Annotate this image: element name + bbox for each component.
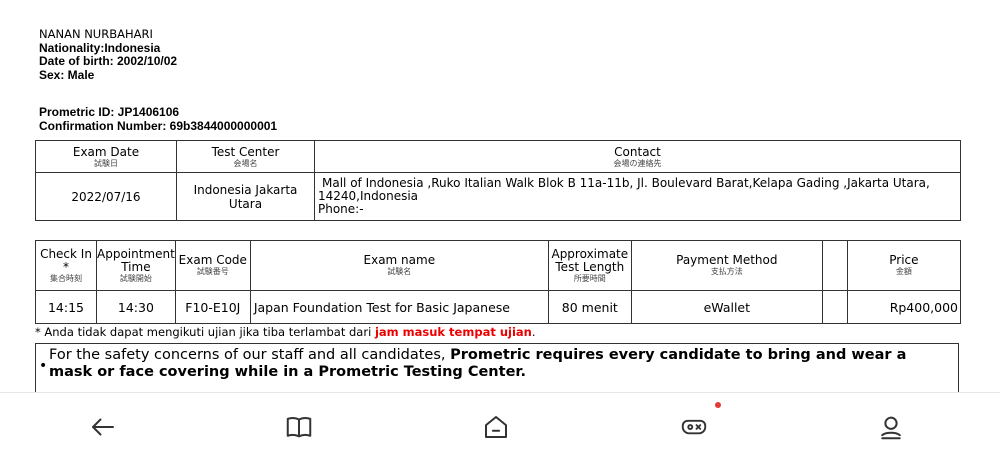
header-exam-date: Exam Date 試験日 (35, 140, 177, 173)
bullet-icon: • (39, 358, 48, 374)
safety-text: For the safety concerns of our staff and… (49, 347, 451, 363)
profile-icon (881, 416, 901, 440)
header-payment-method: Payment Method 支払方法 (630, 240, 823, 291)
header-contact: Contact 会場の連絡先 (314, 140, 961, 173)
gamepad-icon (681, 419, 707, 435)
exam-location-table: Exam Date 試験日 Test Center 会場名 Contact 会場の連絡… (35, 140, 961, 221)
safety-notice: • For the safety concerns of our staff a… (35, 343, 959, 392)
header-exam-code: Exam Code 試験番号 (174, 240, 251, 291)
book-icon (286, 417, 312, 438)
header-appointment-time: Appointment Time 試験開始 (96, 240, 176, 291)
header-test-center: Test Center 会場名 (176, 140, 315, 173)
contact-cell: Mall of Indonesia ,Ruko Italian Walk Blo… (314, 172, 961, 221)
bottom-navigation-bar (0, 392, 1000, 457)
header-exam-name: Exam name 試験名 (249, 240, 549, 291)
exam-details-table: Check In * 集合時刻 Appointment Time 試験開始 Exam… (35, 240, 962, 324)
check-in-time: 14:15 (35, 290, 97, 324)
reading-button[interactable] (281, 409, 317, 445)
late-arrival-note: * Anda tidak dapat mengikuti ujian jika … (35, 325, 536, 339)
header-test-length: Approximate Test Length 所要時間 (547, 240, 632, 291)
contact-address-line2: 14240,Indonesia (318, 189, 419, 203)
exam-code: F10-E10J (174, 290, 251, 324)
candidate-name: NANAN NURBAHARI (39, 27, 153, 41)
table-row: 14:15 14:30 F10-E10J Japan Foundation Te… (35, 290, 962, 324)
game-button[interactable] (676, 409, 712, 445)
back-arrow-icon (92, 418, 114, 436)
ticket-document: NANAN NURBAHARI Nationality:Indonesia Da… (0, 0, 1000, 392)
appointment-time: 14:30 (96, 290, 176, 324)
header-price: Price 金額 (846, 240, 962, 291)
home-button[interactable] (478, 409, 514, 445)
note-highlight: jam masuk tempat ujian (374, 325, 532, 339)
sex: Sex: Male (39, 67, 95, 82)
nationality: Nationality:Indonesia (39, 40, 161, 55)
test-length: 80 menit (547, 290, 632, 324)
header-check-in: Check In * 集合時刻 (35, 240, 97, 291)
back-button[interactable] (85, 409, 121, 445)
prometric-id: Prometric ID: JP1406106 (39, 105, 180, 119)
header-blank (821, 240, 848, 291)
exam-name: Japan Foundation Test for Basic Japanese (249, 290, 549, 324)
test-center: Indonesia Jakarta Utara (176, 172, 315, 221)
blank-cell (821, 290, 848, 324)
price: Rp400,000 (846, 290, 962, 324)
exam-date: 2022/07/16 (35, 172, 177, 221)
confirmation-number: Confirmation Number: 69b3844000000001 (39, 118, 278, 133)
profile-button[interactable] (873, 409, 909, 445)
ids: Prometric ID: JP1406106 Confirmation Num… (39, 105, 278, 133)
contact-phone: Phone:- (318, 202, 364, 216)
payment-method: eWallet (630, 290, 823, 324)
notification-dot (715, 402, 721, 408)
candidate-info: NANAN NURBAHARI Nationality:Indonesia Da… (39, 27, 178, 82)
date-of-birth: Date of birth: 2002/10/02 (39, 54, 178, 68)
home-icon (485, 416, 507, 438)
